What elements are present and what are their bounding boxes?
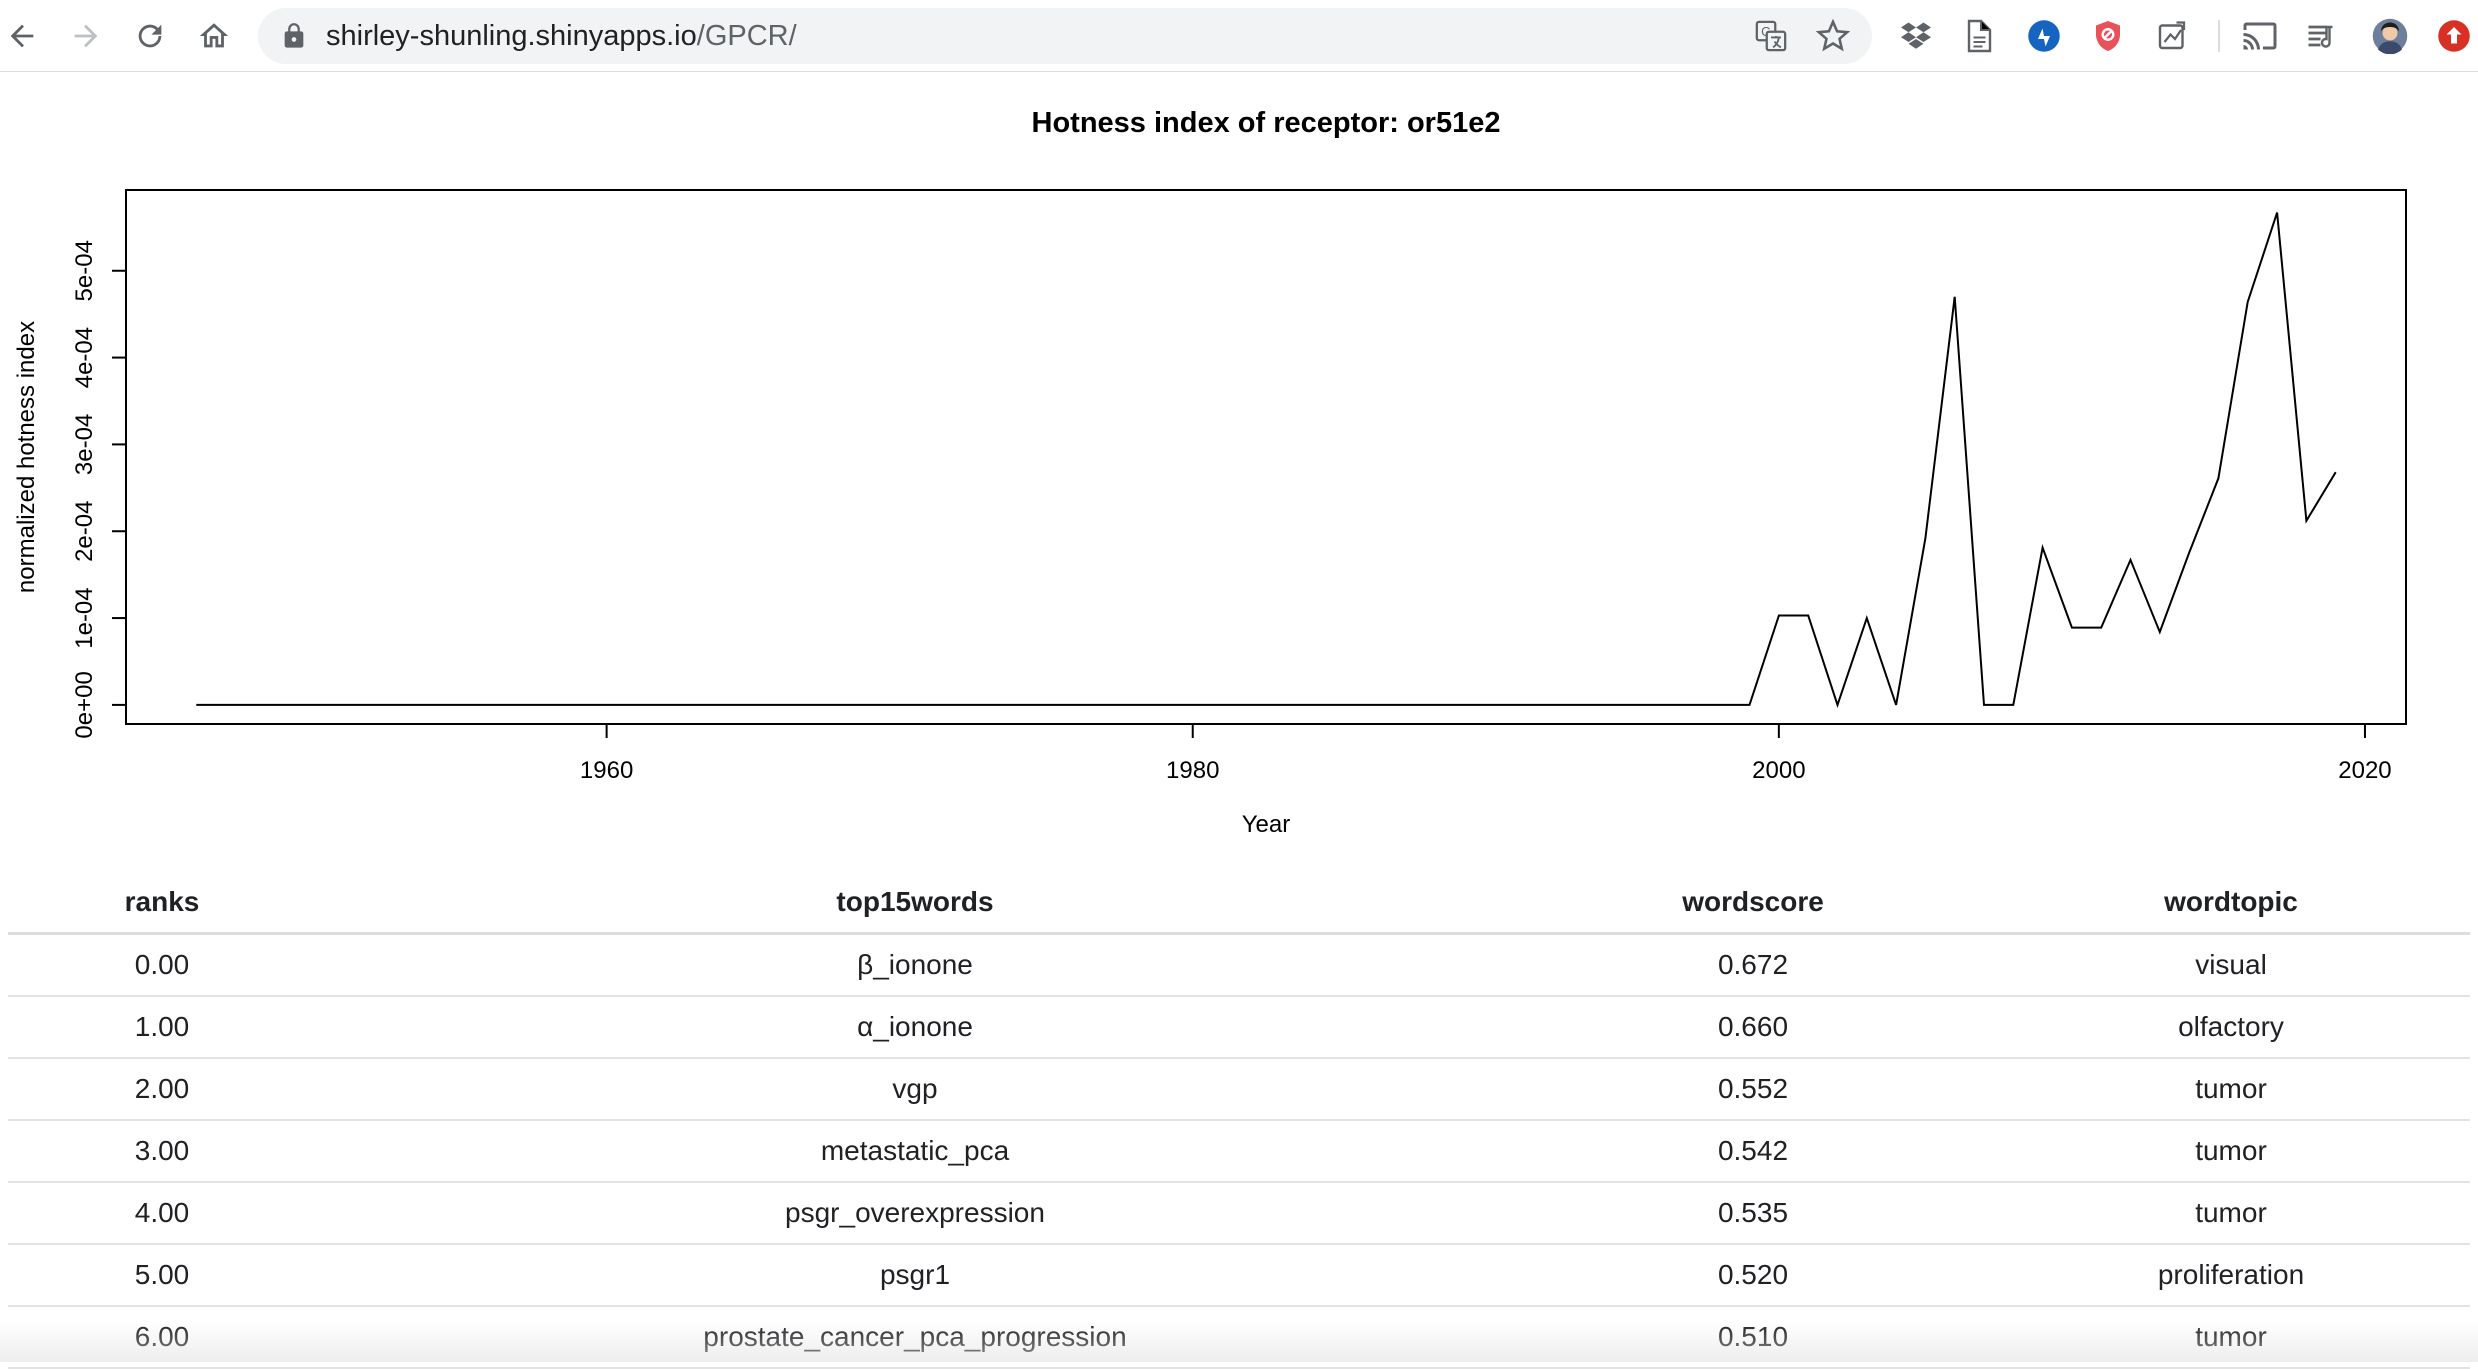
y-tick-label: 4e-04	[71, 327, 98, 388]
y-axis-label: normalized hotness index	[13, 321, 40, 593]
y-tick-label: 3e-04	[71, 414, 98, 475]
x-axis-label: Year	[1242, 811, 1291, 838]
url-text[interactable]: shirley-shunling.shinyapps.io/GPCR/	[326, 8, 797, 64]
lock-icon[interactable]	[280, 22, 308, 50]
toolbar-divider	[2218, 20, 2220, 52]
column-header-ranks[interactable]: ranks	[8, 872, 316, 934]
cell-word: psgr1	[316, 1244, 1514, 1306]
x-axis: 1960 1980 2000 2020	[580, 724, 2392, 784]
cell-topic: visual	[1992, 934, 2470, 997]
cell-rank: 6.00	[8, 1306, 316, 1368]
table-row: 0.00 β_ionone 0.672 visual	[8, 934, 2470, 997]
cell-topic: proliferation	[1992, 1244, 2470, 1306]
column-header-wordscore[interactable]: wordscore	[1514, 872, 1992, 934]
dropbox-extension[interactable]	[1896, 16, 1936, 56]
browser-toolbar: shirley-shunling.shinyapps.io/GPCR/ G	[0, 0, 2478, 72]
puzzle-icon	[2154, 18, 2190, 54]
cell-score: 0.535	[1514, 1182, 1992, 1244]
forward-button[interactable]	[64, 14, 108, 58]
y-tick-label: 2e-04	[71, 501, 98, 562]
cast-icon	[2242, 18, 2278, 54]
y-tick-label: 1e-04	[71, 587, 98, 648]
table-header-row: ranks top15words wordscore wordtopic	[8, 872, 2470, 934]
cell-rank: 0.00	[8, 934, 316, 997]
hotness-chart-svg: Hotness index of receptor: or51e2 196019…	[0, 80, 2478, 860]
back-icon	[5, 19, 39, 53]
cell-rank: 1.00	[8, 996, 316, 1058]
plot-frame	[126, 190, 2406, 724]
reading-list-icon	[2304, 18, 2340, 54]
cell-topic: tumor	[1992, 1058, 2470, 1120]
table-row: 6.00 prostate_cancer_pca_progression 0.5…	[8, 1306, 2470, 1368]
address-bar[interactable]: shirley-shunling.shinyapps.io/GPCR/ G	[258, 8, 1872, 64]
home-icon	[197, 19, 231, 53]
cell-topic: tumor	[1992, 1120, 2470, 1182]
update-button[interactable]	[2434, 16, 2474, 56]
sync-icon	[2026, 18, 2062, 54]
table-row: 4.00 psgr_overexpression 0.535 tumor	[8, 1182, 2470, 1244]
cell-score: 0.552	[1514, 1058, 1992, 1120]
cell-word: metastatic_pca	[316, 1120, 1514, 1182]
x-tick-label: 2000	[1752, 757, 1805, 784]
shield-extension[interactable]	[2088, 16, 2128, 56]
cast-button[interactable]	[2240, 16, 2280, 56]
table-row: 5.00 psgr1 0.520 proliferation	[8, 1244, 2470, 1306]
document-extension[interactable]	[1958, 16, 1998, 56]
cell-rank: 5.00	[8, 1244, 316, 1306]
x-tick-label: 1980	[1166, 757, 1219, 784]
cell-word: β_ionone	[316, 934, 1514, 997]
top-words-table: ranks top15words wordscore wordtopic 0.0…	[8, 872, 2470, 1369]
cell-word: vgp	[316, 1058, 1514, 1120]
cell-score: 0.660	[1514, 996, 1992, 1058]
table-row: 3.00 metastatic_pca 0.542 tumor	[8, 1120, 2470, 1182]
reload-icon	[133, 19, 167, 53]
cell-score: 0.672	[1514, 934, 1992, 997]
reload-button[interactable]	[128, 14, 172, 58]
cell-score: 0.510	[1514, 1306, 1992, 1368]
cell-score: 0.520	[1514, 1244, 1992, 1306]
table-row: 1.00 α_ionone 0.660 olfactory	[8, 996, 2470, 1058]
column-header-top15words[interactable]: top15words	[316, 872, 1514, 934]
reading-list-button[interactable]	[2302, 16, 2342, 56]
cell-word: psgr_overexpression	[316, 1182, 1514, 1244]
puzzle-extension[interactable]	[2152, 16, 2192, 56]
shield-icon	[2090, 18, 2126, 54]
x-tick-label: 1960	[580, 757, 633, 784]
url-path: /GPCR/	[697, 20, 797, 52]
star-icon[interactable]	[1816, 19, 1850, 53]
sync-extension[interactable]	[2024, 16, 2064, 56]
cell-score: 0.542	[1514, 1120, 1992, 1182]
y-tick-label: 0e+00	[71, 671, 98, 738]
avatar	[2372, 18, 2408, 54]
cell-rank: 2.00	[8, 1058, 316, 1120]
dropbox-icon	[1898, 18, 1934, 54]
table-row: 2.00 vgp 0.552 tumor	[8, 1058, 2470, 1120]
series-points	[194, 211, 2337, 707]
chart-title: Hotness index of receptor: or51e2	[1032, 107, 1501, 139]
home-button[interactable]	[192, 14, 236, 58]
profile-button[interactable]	[2370, 16, 2410, 56]
translate-icon[interactable]: G	[1754, 19, 1788, 53]
cell-topic: tumor	[1992, 1306, 2470, 1368]
cell-topic: olfactory	[1992, 996, 2470, 1058]
update-icon	[2436, 18, 2472, 54]
hotness-chart: Hotness index of receptor: or51e2 196019…	[0, 80, 2478, 860]
y-axis: 0e+00 1e-04 2e-04 3e-04 4e-04 5e-04	[71, 240, 126, 739]
cell-topic: tumor	[1992, 1182, 2470, 1244]
cell-rank: 4.00	[8, 1182, 316, 1244]
document-icon	[1960, 18, 1996, 54]
cell-word: α_ionone	[316, 996, 1514, 1058]
forward-icon	[69, 19, 103, 53]
hotness-series-line	[196, 213, 2335, 705]
x-tick-label: 2020	[2338, 757, 2391, 784]
column-header-wordtopic[interactable]: wordtopic	[1992, 872, 2470, 934]
back-button[interactable]	[0, 14, 44, 58]
cell-rank: 3.00	[8, 1120, 316, 1182]
y-tick-label: 5e-04	[71, 240, 98, 301]
cell-word: prostate_cancer_pca_progression	[316, 1306, 1514, 1368]
url-host: shirley-shunling.shinyapps.io	[326, 20, 697, 52]
